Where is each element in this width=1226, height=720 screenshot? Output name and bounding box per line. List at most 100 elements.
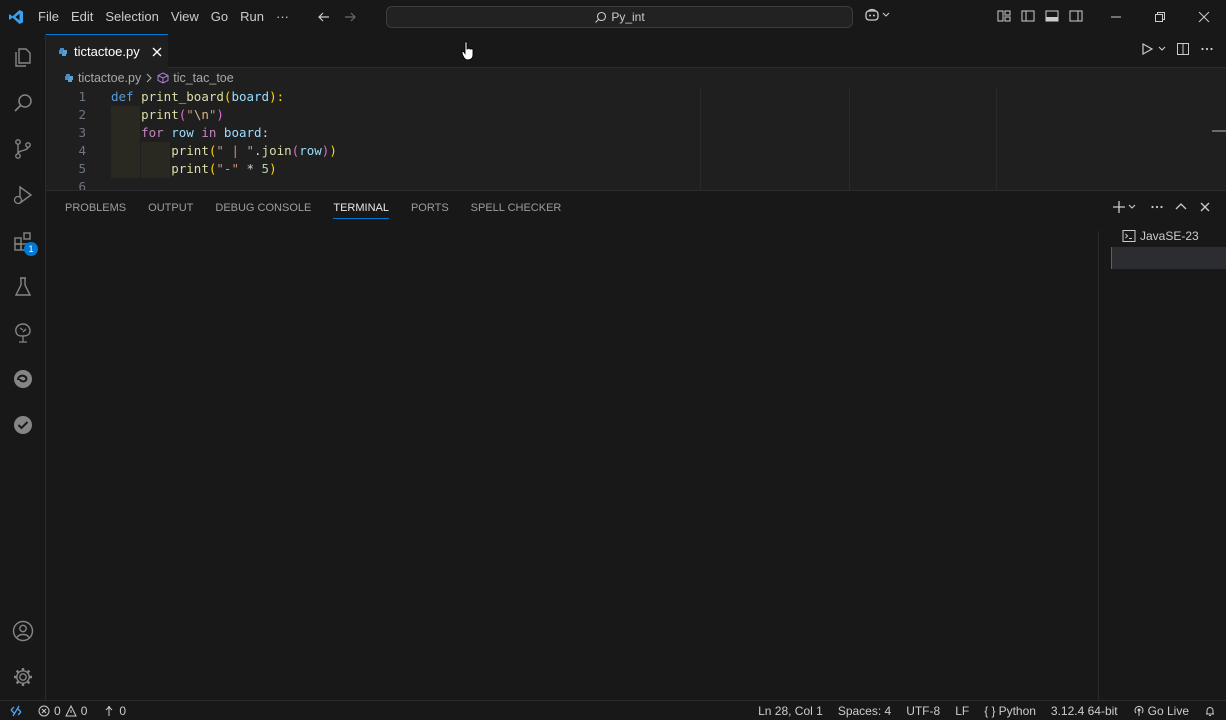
tab-label: tictactoe.py	[74, 44, 140, 59]
edge-devtools-icon[interactable]	[0, 356, 46, 402]
breadcrumb-symbol[interactable]: tic_tac_toe	[173, 71, 233, 85]
code-line: 6	[46, 178, 1212, 190]
breadcrumb-file[interactable]: tictactoe.py	[78, 71, 141, 85]
tab-debug-console[interactable]: DEBUG CONSOLE	[215, 191, 311, 225]
end-of-line[interactable]: LF	[955, 704, 969, 718]
go-live-button[interactable]: Go Live	[1133, 704, 1189, 718]
tab-spell-checker[interactable]: SPELL CHECKER	[471, 191, 562, 225]
error-icon	[38, 705, 50, 717]
code-editor[interactable]: 1 def print_board(board): 2 print("\n") …	[46, 88, 1212, 190]
explorer-icon[interactable]	[0, 34, 46, 80]
chevron-down-icon	[882, 12, 890, 18]
code-token: print	[141, 107, 179, 122]
ports-count: 0	[119, 703, 127, 718]
extensions-icon[interactable]: 1	[0, 218, 46, 264]
layout-controls	[996, 8, 1084, 24]
menu-go[interactable]: Go	[205, 0, 234, 34]
terminal-area[interactable]	[46, 225, 1098, 701]
tab-tictactoe[interactable]: tictactoe.py	[46, 34, 168, 68]
indentation[interactable]: Spaces: 4	[838, 704, 891, 718]
go-back-icon[interactable]	[315, 8, 333, 26]
python-interpreter[interactable]: 3.12.4 64-bit	[1051, 704, 1118, 718]
editor-actions	[1140, 42, 1214, 56]
customize-layout-icon[interactable]	[996, 8, 1012, 24]
activity-bar: 1	[0, 34, 46, 700]
code-token: def	[111, 89, 134, 104]
run-debug-icon[interactable]	[0, 172, 46, 218]
copilot-menu[interactable]	[864, 8, 890, 22]
terminal-icon	[1122, 229, 1136, 243]
code-token: board	[223, 125, 262, 140]
terminal-entry-selected[interactable]	[1111, 247, 1226, 269]
chevron-down-icon[interactable]	[1128, 204, 1136, 210]
code-token: *	[238, 161, 262, 176]
search-icon[interactable]	[0, 80, 46, 126]
cursor-position[interactable]: Ln 28, Col 1	[758, 704, 823, 718]
tab-terminal[interactable]: TERMINAL	[333, 191, 389, 225]
python-file-icon	[64, 73, 74, 83]
checkmark-icon[interactable]	[0, 402, 46, 448]
line-number: 5	[78, 161, 86, 176]
code-token: join	[261, 143, 292, 158]
tab-problems[interactable]: PROBLEMS	[65, 191, 126, 225]
terminal-list: JavaSE-23	[1111, 225, 1226, 701]
chevron-down-icon[interactable]	[1158, 46, 1166, 52]
close-window-icon[interactable]	[1182, 0, 1226, 34]
ports-icon	[103, 705, 115, 717]
source-control-icon[interactable]	[0, 126, 46, 172]
search-icon	[594, 11, 607, 24]
restore-icon[interactable]	[1138, 0, 1182, 34]
toggle-primary-sidebar-icon[interactable]	[1020, 8, 1036, 24]
tab-output[interactable]: OUTPUT	[148, 191, 193, 225]
braces-icon: { }	[984, 704, 996, 718]
encoding[interactable]: UTF-8	[906, 704, 940, 718]
line-number: 4	[78, 143, 86, 158]
toggle-panel-icon[interactable]	[1044, 8, 1060, 24]
menu-edit[interactable]: Edit	[65, 0, 99, 34]
line-number: 1	[78, 89, 86, 104]
code-line: 3 for row in board:	[46, 124, 1212, 142]
warning-icon	[64, 704, 77, 717]
toggle-secondary-sidebar-icon[interactable]	[1068, 8, 1084, 24]
more-actions-icon[interactable]	[1200, 42, 1214, 56]
code-token: "	[186, 107, 194, 122]
code-token: :	[261, 125, 270, 140]
minimize-icon[interactable]	[1094, 0, 1138, 34]
vscode-logo-icon	[0, 0, 32, 34]
chevron-right-icon	[145, 73, 153, 83]
menu-more[interactable]: ···	[270, 0, 295, 34]
menu-selection[interactable]: Selection	[99, 0, 164, 34]
remote-explorer-icon[interactable]	[0, 310, 46, 356]
terminal-entry[interactable]: JavaSE-23	[1111, 225, 1226, 247]
more-actions-icon[interactable]	[1150, 200, 1164, 214]
testing-flask-icon[interactable]	[0, 264, 46, 310]
new-terminal-icon[interactable]	[1112, 200, 1126, 214]
title-bar: File Edit Selection View Go Run ··· Py_i…	[0, 0, 1226, 34]
go-forward-icon[interactable]	[341, 8, 359, 26]
command-center-search[interactable]: Py_int	[386, 6, 853, 28]
run-file-icon[interactable]	[1140, 42, 1154, 56]
remote-indicator-icon[interactable]	[0, 700, 32, 720]
settings-gear-icon[interactable]	[0, 654, 46, 700]
language-mode[interactable]: { } Python	[984, 704, 1036, 718]
code-token: .	[254, 143, 262, 158]
close-icon[interactable]	[152, 47, 162, 57]
menu-run[interactable]: Run	[234, 0, 270, 34]
code-token: print_board	[141, 89, 224, 104]
code-token: 5	[261, 161, 270, 176]
menu-file[interactable]: File	[32, 0, 65, 34]
notifications-bell-icon[interactable]	[1204, 705, 1216, 717]
maximize-panel-icon[interactable]	[1174, 200, 1188, 214]
menu-view[interactable]: View	[165, 0, 205, 34]
panel-tabs: PROBLEMS OUTPUT DEBUG CONSOLE TERMINAL P…	[46, 191, 561, 225]
close-panel-icon[interactable]	[1198, 200, 1212, 214]
split-editor-icon[interactable]	[1176, 42, 1190, 56]
problems-indicator[interactable]: 0 0 0	[38, 704, 126, 718]
tab-ports[interactable]: PORTS	[411, 191, 449, 225]
terminal-divider[interactable]	[1098, 231, 1099, 701]
editor-scrollbar[interactable]	[1212, 68, 1226, 190]
accounts-icon[interactable]	[0, 608, 46, 654]
terminal-name: JavaSE-23	[1140, 229, 1199, 243]
code-token: row	[299, 143, 322, 158]
code-line: 2 print("\n")	[46, 106, 1212, 124]
